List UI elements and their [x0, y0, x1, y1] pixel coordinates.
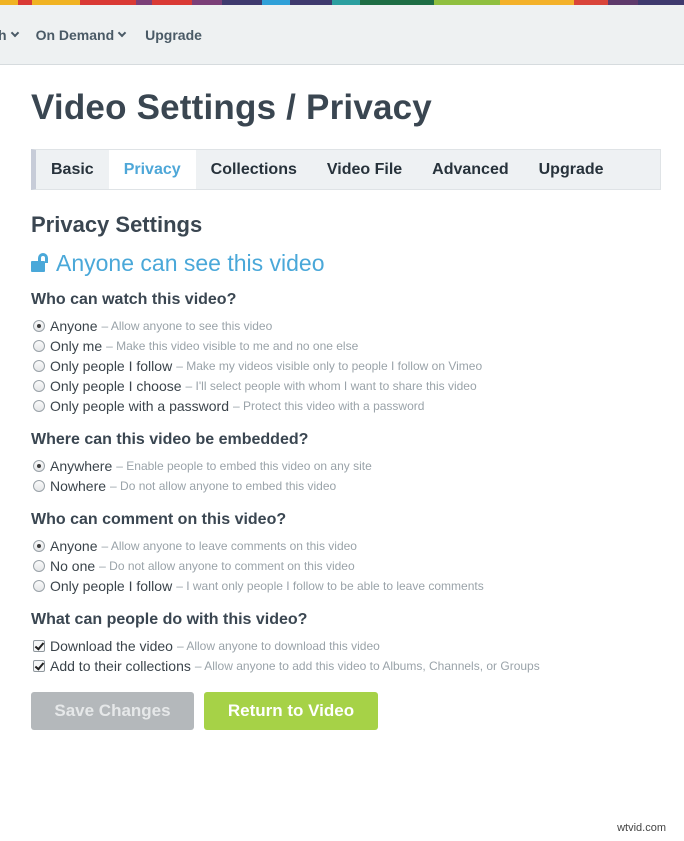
option-description: – Allow anyone to add this video to Albu…	[194, 659, 540, 673]
watermark: wtvid.com	[617, 822, 666, 834]
option-description: – Allow anyone to leave comments on this…	[101, 539, 357, 553]
group-title: Who can watch this video?	[31, 291, 237, 308]
watch-option-people-i-follow[interactable]: Only people I follow – Make my videos vi…	[31, 356, 661, 376]
page-title: Video Settings / Privacy	[31, 88, 432, 127]
return-to-video-button[interactable]: Return to Video	[204, 692, 378, 730]
radio-button[interactable]	[33, 560, 45, 572]
section-title: Privacy Settings	[31, 212, 203, 237]
comment-option-people-i-follow[interactable]: Only people I follow – I want only peopl…	[31, 576, 661, 596]
top-navigation: h On Demand Upgrade	[0, 5, 684, 65]
option-label: Anyone	[50, 538, 98, 554]
embed-group: Where can this video be embedded? Anywhe…	[31, 430, 661, 496]
comment-option-anyone[interactable]: Anyone – Allow anyone to leave comments …	[31, 536, 661, 556]
radio-button[interactable]	[33, 320, 45, 332]
option-label: Anyone	[50, 318, 98, 334]
privacy-status-text: Anyone can see this video	[56, 249, 325, 276]
watch-option-anyone[interactable]: Anyone – Allow anyone to see this video	[31, 316, 661, 336]
group-title: Who can comment on this video?	[31, 511, 287, 528]
settings-tabs: Basic Privacy Collections Video File Adv…	[31, 149, 661, 190]
save-changes-button[interactable]: Save Changes	[31, 692, 194, 730]
nav-item-h[interactable]: h	[0, 26, 19, 43]
radio-button[interactable]	[33, 480, 45, 492]
tab-advanced[interactable]: Advanced	[417, 150, 523, 189]
tab-video-file[interactable]: Video File	[312, 150, 417, 189]
option-label: Only people I follow	[50, 358, 173, 374]
option-description: – Allow anyone to download this video	[176, 639, 380, 653]
option-label: Anywhere	[50, 458, 113, 474]
main-content: Video Settings / Privacy Basic Privacy C…	[31, 66, 661, 730]
option-description: – Enable people to embed this video on a…	[116, 459, 372, 473]
nav-item-label: Upgrade	[145, 26, 202, 43]
option-label: Only me	[50, 338, 103, 354]
watch-group: Who can watch this video? Anyone – Allow…	[31, 290, 661, 416]
embed-option-nowhere[interactable]: Nowhere – Do not allow anyone to embed t…	[31, 476, 661, 496]
action-option-download[interactable]: Download the video – Allow anyone to dow…	[31, 636, 661, 656]
tab-upgrade[interactable]: Upgrade	[524, 150, 619, 189]
color-stripe	[0, 0, 684, 5]
option-label: Only people I choose	[50, 378, 182, 394]
option-label: Add to their collections	[50, 658, 191, 674]
radio-button[interactable]	[33, 400, 45, 412]
watch-option-people-i-choose[interactable]: Only people I choose – I'll select peopl…	[31, 376, 661, 396]
nav-item-label: h	[0, 26, 7, 43]
nav-item-label: On Demand	[35, 26, 115, 43]
radio-button[interactable]	[33, 460, 45, 472]
option-label: Nowhere	[50, 478, 107, 494]
group-title: Where can this video be embedded?	[31, 431, 309, 448]
radio-button[interactable]	[33, 340, 45, 352]
option-description: – Make my videos visible only to people …	[176, 359, 483, 373]
checkbox[interactable]	[33, 660, 45, 672]
privacy-status: Anyone can see this video	[31, 250, 661, 276]
radio-button[interactable]	[33, 580, 45, 592]
option-description: – Allow anyone to see this video	[101, 319, 273, 333]
option-description: – Do not allow anyone to comment on this…	[99, 559, 355, 573]
chevron-down-icon	[117, 28, 127, 38]
chevron-down-icon	[10, 28, 19, 38]
action-option-add-to-collections[interactable]: Add to their collections – Allow anyone …	[31, 656, 661, 676]
option-description: – Do not allow anyone to embed this vide…	[110, 479, 337, 493]
radio-button[interactable]	[33, 360, 45, 372]
option-label: Download the video	[50, 638, 173, 654]
tab-basic[interactable]: Basic	[36, 150, 109, 189]
option-label: No one	[50, 558, 96, 574]
option-description: – Protect this video with a password	[233, 399, 425, 413]
option-label: Only people I follow	[50, 578, 173, 594]
watch-option-password[interactable]: Only people with a password – Protect th…	[31, 396, 661, 416]
option-description: – Make this video visible to me and no o…	[106, 339, 359, 353]
watch-option-only-me[interactable]: Only me – Make this video visible to me …	[31, 336, 661, 356]
option-description: – I want only people I follow to be able…	[176, 579, 484, 593]
comment-group: Who can comment on this video? Anyone – …	[31, 510, 661, 596]
group-title: What can people do with this video?	[31, 611, 308, 628]
nav-item-upgrade[interactable]: Upgrade	[145, 27, 202, 43]
comment-option-no-one[interactable]: No one – Do not allow anyone to comment …	[31, 556, 661, 576]
unlock-icon	[31, 253, 49, 273]
actions-group: What can people do with this video? Down…	[31, 610, 661, 676]
embed-option-anywhere[interactable]: Anywhere – Enable people to embed this v…	[31, 456, 661, 476]
radio-button[interactable]	[33, 380, 45, 392]
form-buttons: Save Changes Return to Video	[31, 692, 661, 730]
nav-item-on-demand[interactable]: On Demand	[35, 26, 127, 43]
tab-privacy[interactable]: Privacy	[108, 150, 196, 189]
option-label: Only people with a password	[50, 398, 229, 414]
tab-collections[interactable]: Collections	[196, 150, 312, 189]
radio-button[interactable]	[33, 540, 45, 552]
option-description: – I'll select people with whom I want to…	[185, 379, 477, 393]
checkbox[interactable]	[33, 640, 45, 652]
